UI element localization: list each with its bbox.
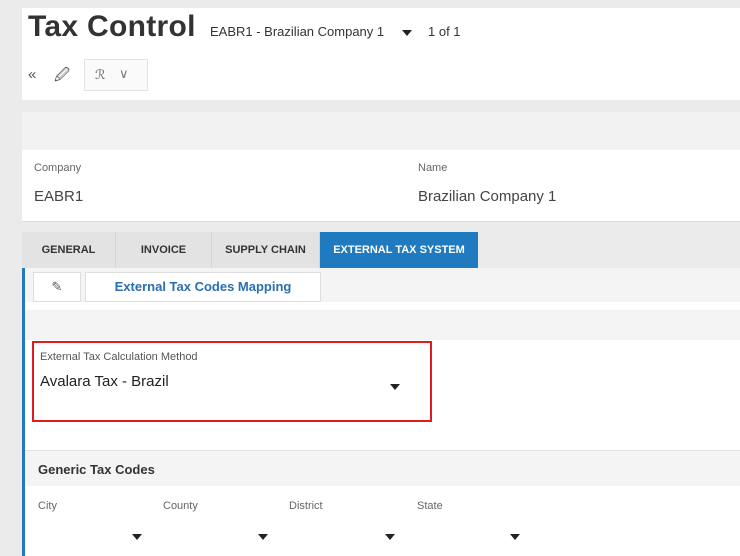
name-label: Name xyxy=(418,162,448,174)
district-label: District xyxy=(289,500,323,512)
company-value: EABR1 xyxy=(34,188,84,205)
city-label: City xyxy=(38,500,57,512)
record-count: 1 of 1 xyxy=(428,24,461,39)
page-title: Tax Control xyxy=(28,10,196,43)
tab-supply-chain[interactable]: SUPPLY CHAIN xyxy=(212,232,320,268)
state-dropdown-icon[interactable] xyxy=(510,534,520,540)
panel-toolbar: ✎ External Tax Codes Mapping xyxy=(25,268,740,302)
county-label: County xyxy=(163,500,198,512)
city-dropdown-icon[interactable] xyxy=(132,534,142,540)
district-dropdown-icon[interactable] xyxy=(385,534,395,540)
attachment-icon[interactable]: 🖉 xyxy=(54,65,70,90)
external-tax-codes-mapping-button[interactable]: External Tax Codes Mapping xyxy=(85,272,321,302)
edit-button[interactable]: ✎ xyxy=(33,272,81,302)
county-dropdown-icon[interactable] xyxy=(258,534,268,540)
actions-menu-button[interactable]: ℛ ∨ xyxy=(84,59,148,91)
page-header: Tax Control EABR1 - Brazilian Company 1 … xyxy=(22,8,740,100)
external-tax-panel: ✎ External Tax Codes Mapping External Ta… xyxy=(22,268,740,556)
chevron-down-icon[interactable] xyxy=(390,384,400,390)
generic-tax-codes-header: Generic Tax Codes xyxy=(25,450,740,486)
state-label: State xyxy=(417,500,443,512)
section-title: Generic Tax Codes xyxy=(38,462,155,477)
company-summary: Company EABR1 Name Brazilian Company 1 xyxy=(22,150,740,222)
tax-calculation-method-field[interactable]: External Tax Calculation Method Avalara … xyxy=(32,341,432,422)
pencil-icon: ✎ xyxy=(51,279,63,294)
tax-calculation-method-label: External Tax Calculation Method xyxy=(40,351,198,363)
chevron-down-icon: ∨ xyxy=(119,66,129,81)
tax-calculation-method-select[interactable]: Avalara Tax - Brazil xyxy=(40,373,169,390)
tab-bar: GENERAL INVOICE SUPPLY CHAIN EXTERNAL TA… xyxy=(22,232,740,268)
tab-general[interactable]: GENERAL xyxy=(22,232,116,268)
person-settings-icon: ℛ xyxy=(95,67,106,82)
record-dropdown-icon[interactable] xyxy=(402,30,412,36)
header-divider xyxy=(22,112,740,150)
tab-invoice[interactable]: INVOICE xyxy=(116,232,212,268)
collapse-icon[interactable]: « xyxy=(28,66,36,83)
name-value: Brazilian Company 1 xyxy=(418,188,557,205)
section-divider xyxy=(25,310,740,340)
company-label: Company xyxy=(34,162,82,174)
tab-external-tax-system[interactable]: EXTERNAL TAX SYSTEM xyxy=(320,232,478,268)
record-selector-label[interactable]: EABR1 - Brazilian Company 1 xyxy=(210,24,384,39)
